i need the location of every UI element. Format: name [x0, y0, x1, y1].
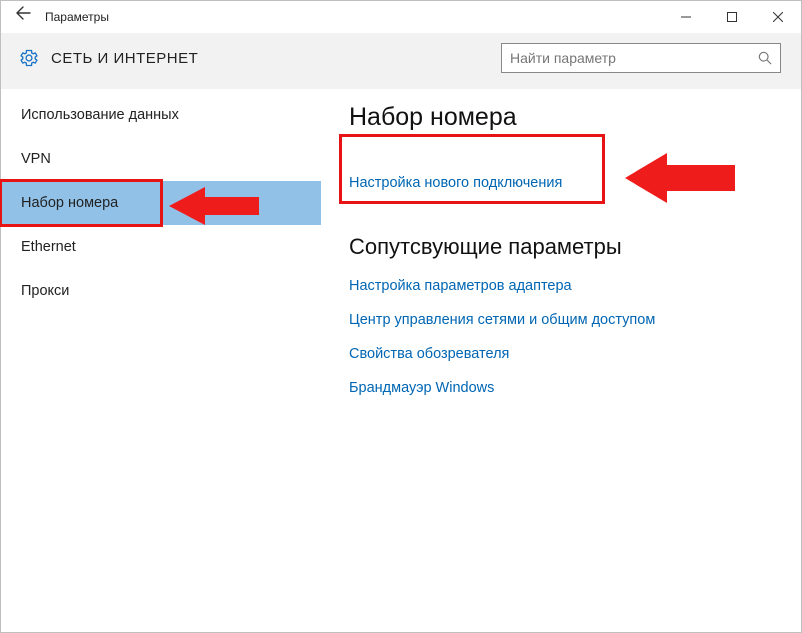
- back-button[interactable]: [1, 1, 45, 33]
- sidebar-item-dialup[interactable]: Набор номера: [1, 181, 321, 225]
- body: Использование данных VPN Набор номера Et…: [1, 89, 801, 632]
- related-heading: Сопутсвующие параметры: [349, 234, 781, 260]
- link-network-center[interactable]: Центр управления сетями и общим доступом: [349, 312, 781, 328]
- search-icon: [750, 51, 780, 65]
- search-box[interactable]: [501, 43, 781, 73]
- sidebar: Использование данных VPN Набор номера Et…: [1, 89, 321, 632]
- sidebar-item-ethernet[interactable]: Ethernet: [1, 225, 321, 269]
- link-internet-options[interactable]: Свойства обозревателя: [349, 346, 781, 362]
- settings-window: Параметры СЕТЬ И ИНТЕРНЕТ: [0, 0, 802, 633]
- sidebar-item-label: Набор номера: [21, 195, 118, 211]
- sidebar-item-label: VPN: [21, 151, 51, 167]
- page-title: Набор номера: [349, 103, 781, 132]
- sidebar-item-proxy[interactable]: Прокси: [1, 269, 321, 313]
- link-new-connection[interactable]: Настройка нового подключения: [349, 175, 562, 191]
- close-button[interactable]: [755, 1, 801, 33]
- section-header: СЕТЬ И ИНТЕРНЕТ: [1, 33, 801, 89]
- gear-icon: [19, 48, 39, 68]
- back-arrow-icon: [15, 5, 31, 21]
- minimize-button[interactable]: [663, 1, 709, 33]
- sidebar-item-label: Прокси: [21, 283, 69, 299]
- sidebar-item-vpn[interactable]: VPN: [1, 137, 321, 181]
- sidebar-item-label: Ethernet: [21, 239, 76, 255]
- link-windows-firewall[interactable]: Брандмауэр Windows: [349, 380, 781, 396]
- close-icon: [773, 12, 783, 22]
- sidebar-item-label: Использование данных: [21, 107, 179, 123]
- search-input[interactable]: [502, 50, 750, 66]
- titlebar: Параметры: [1, 1, 801, 33]
- maximize-button[interactable]: [709, 1, 755, 33]
- window-title: Параметры: [45, 10, 109, 24]
- annotation-highlight-link: [339, 134, 605, 204]
- maximize-icon: [727, 12, 737, 22]
- section-title: СЕТЬ И ИНТЕРНЕТ: [51, 50, 198, 67]
- minimize-icon: [681, 12, 691, 22]
- sidebar-item-data-usage[interactable]: Использование данных: [1, 93, 321, 137]
- main-content: Набор номера Настройка нового подключени…: [321, 89, 801, 632]
- link-adapter-settings[interactable]: Настройка параметров адаптера: [349, 278, 781, 294]
